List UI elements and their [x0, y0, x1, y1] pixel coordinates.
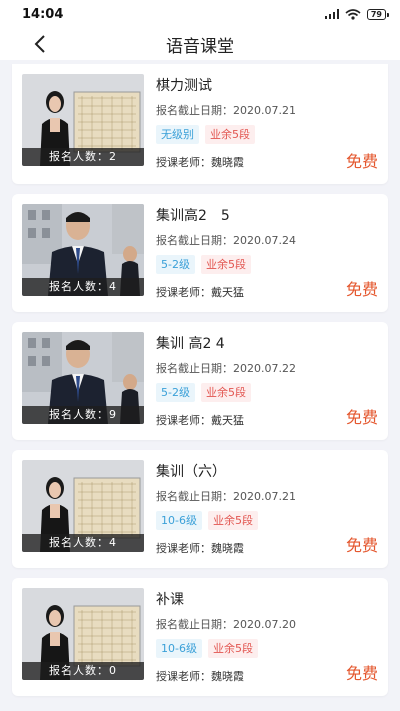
course-deadline: 报名截止日期：2020.07.20	[156, 618, 296, 631]
rank-tag: 业余5段	[207, 639, 258, 658]
course-card[interactable]: 报名人数：2 棋力测试 报名截止日期：2020.07.21 无级别 业余5段 授…	[12, 64, 388, 184]
wifi-icon	[345, 8, 361, 20]
course-card[interactable]: 报名人数：9 集训 高2 4 报名截止日期：2020.07.22 5-2级 业余…	[12, 322, 388, 440]
status-icons: 79	[324, 8, 390, 20]
page-title: 语音课堂	[166, 36, 234, 57]
course-info: 棋力测试 报名截止日期：2020.07.21 无级别 业余5段 授课老师：魏晓霞…	[156, 74, 378, 174]
level-tag: 10-6级	[156, 639, 202, 658]
course-thumbnail: 报名人数：2	[22, 74, 144, 166]
course-title: 集训 高2 4	[156, 336, 225, 352]
course-tags: 10-6级 业余5段	[156, 511, 378, 530]
course-teacher: 授课老师：魏晓霞	[156, 670, 244, 683]
course-card[interactable]: 报名人数：4 集训高2 5 报名截止日期：2020.07.24 5-2级 业余5…	[12, 194, 388, 312]
status-bar: 14:04 79	[0, 0, 400, 28]
course-deadline: 报名截止日期：2020.07.22	[156, 362, 296, 375]
course-title: 补课	[156, 592, 184, 608]
battery-icon: 79	[366, 8, 390, 20]
back-button[interactable]	[28, 32, 52, 56]
course-info: 集训 高2 4 报名截止日期：2020.07.22 5-2级 业余5段 授课老师…	[156, 332, 378, 430]
course-price: 免费	[345, 280, 378, 299]
course-info: 补课 报名截止日期：2020.07.20 10-6级 业余5段 授课老师：魏晓霞…	[156, 588, 378, 686]
course-tags: 5-2级 业余5段	[156, 255, 378, 274]
enroll-count: 报名人数：4	[22, 278, 144, 296]
rank-tag: 业余5段	[205, 125, 255, 144]
course-teacher: 授课老师：魏晓霞	[156, 542, 244, 555]
level-tag: 10-6级	[156, 511, 202, 530]
course-card[interactable]: 报名人数：4 集训（六） 报名截止日期：2020.07.21 10-6级 业余5…	[12, 450, 388, 568]
course-teacher: 授课老师：魏晓霞	[156, 156, 244, 169]
course-thumbnail: 报名人数：0	[22, 588, 144, 680]
rank-tag: 业余5段	[207, 511, 258, 530]
course-info: 集训高2 5 报名截止日期：2020.07.24 5-2级 业余5段 授课老师：…	[156, 204, 378, 302]
course-title: 棋力测试	[156, 78, 212, 94]
course-tags: 无级别 业余5段	[156, 125, 378, 144]
course-tags: 10-6级 业余5段	[156, 639, 378, 658]
course-teacher: 授课老师：戴天猛	[156, 286, 244, 299]
course-deadline: 报名截止日期：2020.07.24	[156, 234, 296, 247]
course-deadline: 报名截止日期：2020.07.21	[156, 104, 296, 117]
course-teacher: 授课老师：戴天猛	[156, 414, 244, 427]
rank-tag: 业余5段	[200, 255, 251, 274]
signal-icon	[324, 9, 339, 19]
course-thumbnail: 报名人数：4	[22, 204, 144, 296]
course-thumbnail: 报名人数：4	[22, 460, 144, 552]
course-list: 报名人数：2 棋力测试 报名截止日期：2020.07.21 无级别 业余5段 授…	[0, 64, 400, 711]
course-deadline: 报名截止日期：2020.07.21	[156, 490, 296, 503]
status-time: 14:04	[22, 6, 64, 22]
course-card[interactable]: 报名人数：0 补课 报名截止日期：2020.07.20 10-6级 业余5段 授…	[12, 578, 388, 696]
level-tag: 5-2级	[156, 255, 195, 274]
level-tag: 5-2级	[156, 383, 195, 402]
course-title: 集训高2 5	[156, 208, 230, 224]
course-price: 免费	[345, 408, 378, 427]
course-title: 集训（六）	[156, 464, 226, 480]
course-info: 集训（六） 报名截止日期：2020.07.21 10-6级 业余5段 授课老师：…	[156, 460, 378, 558]
course-price: 免费	[345, 152, 378, 171]
nav-bar: 语音课堂	[0, 28, 400, 60]
enroll-count: 报名人数：4	[22, 534, 144, 552]
enroll-count: 报名人数：2	[22, 148, 144, 166]
course-tags: 5-2级 业余5段	[156, 383, 378, 402]
enroll-count: 报名人数：0	[22, 662, 144, 680]
level-tag: 无级别	[156, 125, 199, 144]
course-thumbnail: 报名人数：9	[22, 332, 144, 424]
rank-tag: 业余5段	[200, 383, 251, 402]
course-price: 免费	[345, 536, 378, 555]
enroll-count: 报名人数：9	[22, 406, 144, 424]
course-price: 免费	[345, 664, 378, 683]
chevron-left-icon	[34, 35, 45, 53]
